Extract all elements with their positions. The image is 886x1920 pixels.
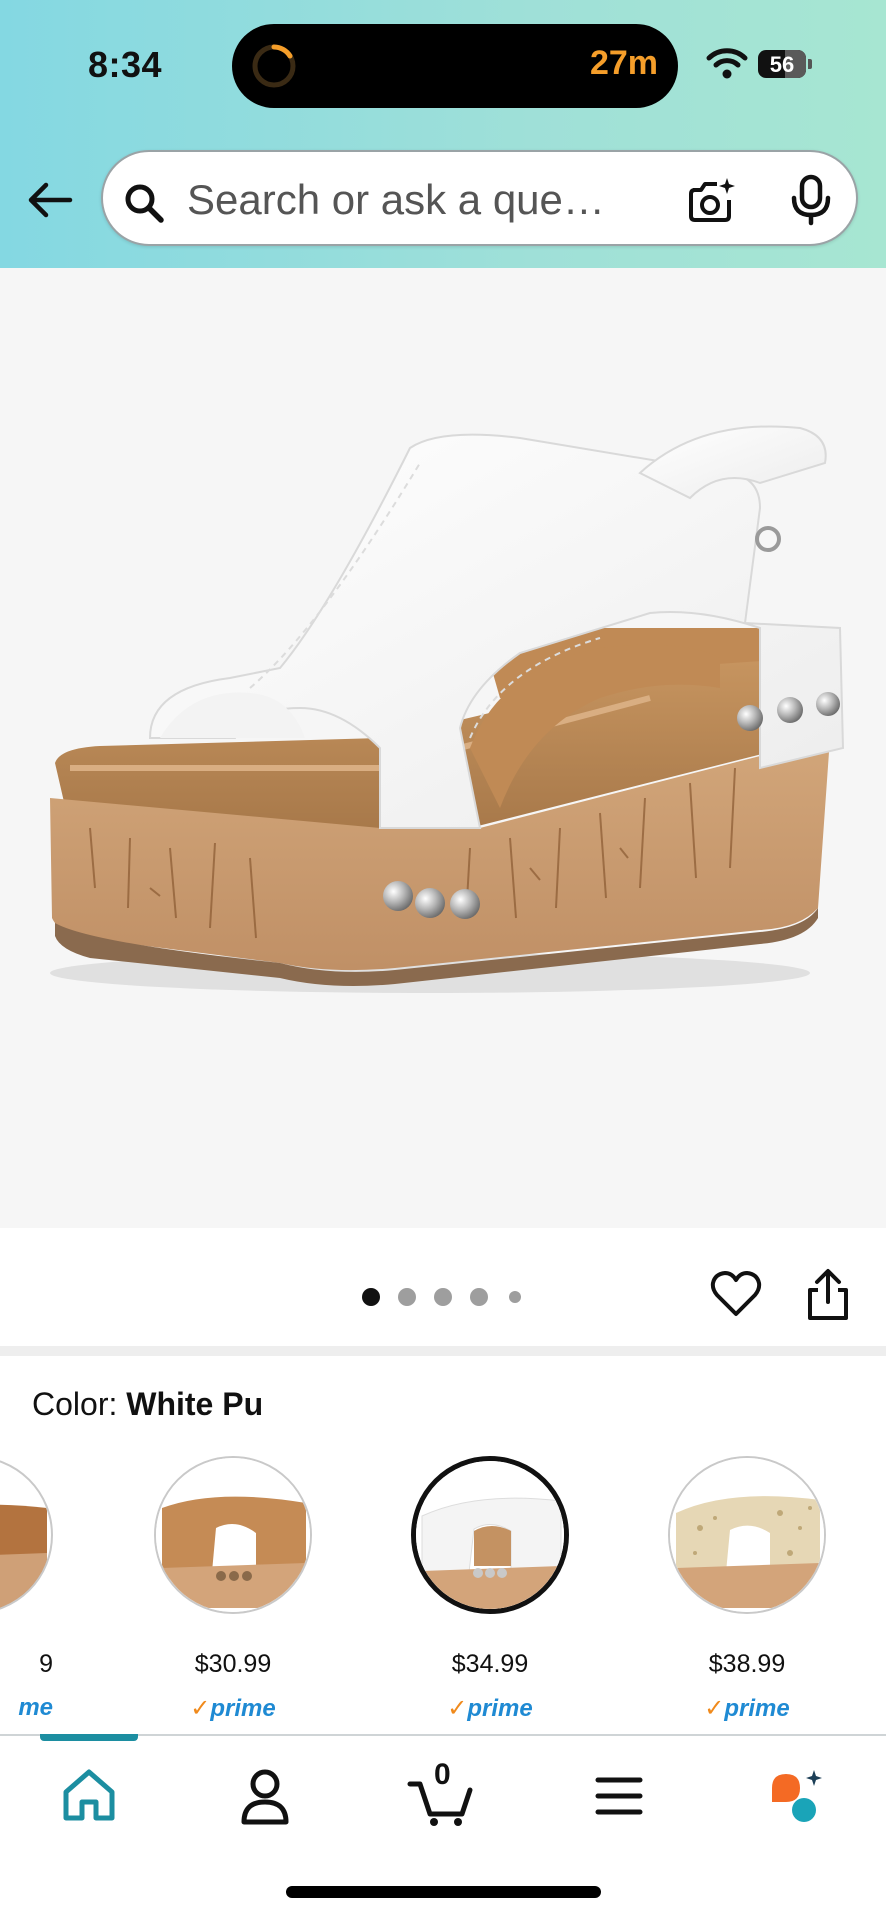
prime-badge: ✓prime xyxy=(704,1695,790,1722)
status-time: 8:34 xyxy=(88,44,163,85)
sandal-illustration xyxy=(50,425,845,993)
wifi-icon xyxy=(706,48,748,79)
timer-ring-icon xyxy=(252,44,296,88)
carousel-dot-4[interactable] xyxy=(470,1288,488,1306)
swatch-price: 9 xyxy=(39,1650,53,1678)
prime-badge: me xyxy=(18,1694,53,1721)
search-input[interactable]: Search or ask a que… xyxy=(101,150,858,246)
swatch-price: $34.99 xyxy=(451,1650,529,1678)
camera-lens-icon[interactable] xyxy=(687,176,737,224)
back-arrow-icon[interactable] xyxy=(26,176,74,224)
product-detail-page: 8:34 27m 56 Search or ask a que… Color: … xyxy=(0,0,886,1920)
carousel-dot-5[interactable] xyxy=(509,1291,521,1303)
dynamic-island[interactable]: 27m xyxy=(232,24,678,108)
prime-badge: ✓prime xyxy=(190,1695,276,1722)
carousel-dot-3[interactable] xyxy=(434,1288,452,1306)
home-icon[interactable] xyxy=(54,1764,124,1828)
color-label-prefix: Color: xyxy=(32,1386,118,1422)
header: 8:34 27m 56 Search or ask a que… xyxy=(0,0,886,268)
swatch-image xyxy=(411,1456,569,1614)
product-image[interactable] xyxy=(0,268,886,1228)
heart-icon[interactable] xyxy=(710,1270,762,1318)
search-placeholder: Search or ask a que… xyxy=(187,176,605,223)
carousel-dot-2[interactable] xyxy=(398,1288,416,1306)
microphone-icon[interactable] xyxy=(789,174,833,226)
cart-button[interactable]: 0 xyxy=(406,1758,476,1828)
color-label: Color: White Pu xyxy=(32,1386,263,1423)
cart-count: 0 xyxy=(434,1758,451,1791)
home-indicator[interactable] xyxy=(286,1886,601,1898)
prime-badge: ✓prime xyxy=(447,1695,533,1722)
swatch-image xyxy=(154,1456,312,1614)
swatch-image xyxy=(0,1456,53,1614)
battery-icon: 56 xyxy=(758,50,812,78)
share-icon[interactable] xyxy=(804,1268,852,1322)
nav-active-indicator xyxy=(40,1734,138,1741)
section-divider xyxy=(0,1346,886,1356)
search-icon xyxy=(125,184,164,223)
battery-level: 56 xyxy=(769,52,795,77)
swatch-price: $38.99 xyxy=(708,1650,786,1678)
carousel-dot-1[interactable] xyxy=(362,1288,380,1306)
rufus-icon[interactable] xyxy=(760,1764,830,1828)
menu-icon[interactable] xyxy=(584,1764,654,1828)
account-icon[interactable] xyxy=(230,1764,300,1828)
swatch-image xyxy=(668,1456,826,1614)
activity-timer: 27m xyxy=(589,44,658,82)
swatch-price: $30.99 xyxy=(194,1650,272,1678)
selected-color-name: White Pu xyxy=(126,1386,264,1422)
